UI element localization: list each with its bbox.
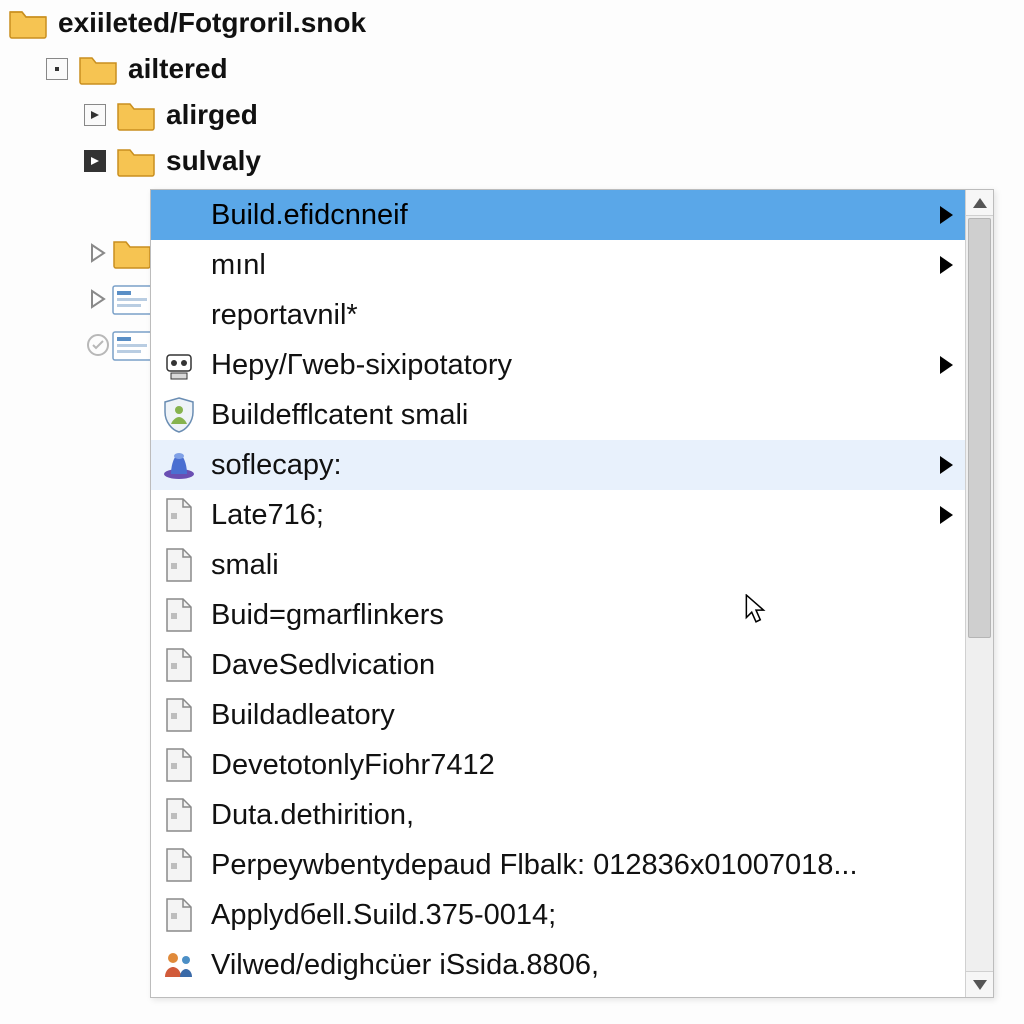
folder-icon bbox=[116, 144, 156, 178]
menu-item-label: mınl bbox=[199, 249, 932, 282]
folder-icon bbox=[112, 236, 152, 270]
expand-icon[interactable] bbox=[84, 104, 106, 126]
menu-item[interactable]: DevetotonlyFiohr7412 bbox=[151, 740, 965, 790]
menu-item[interactable]: soflecapy: bbox=[151, 440, 965, 490]
menu-scrollbar[interactable] bbox=[965, 190, 993, 997]
tree-item[interactable]: ailtered bbox=[0, 46, 1024, 92]
menu-item-label: Buildefflcatent smali bbox=[199, 399, 953, 432]
folder-icon bbox=[116, 98, 156, 132]
menu-item-label: Perpeywbentydepaud Flbalk: 012836x010070… bbox=[199, 849, 953, 882]
menu-item[interactable]: Buildefflcatent smali bbox=[151, 390, 965, 440]
menu-item-label: Buildadleatory bbox=[199, 699, 953, 732]
menu-item-label: DevetotonlyFiohr7412 bbox=[199, 749, 953, 782]
expand-triangle-icon[interactable] bbox=[84, 288, 112, 310]
menu-item[interactable]: InpordsCaperY0 4ptl bbox=[151, 990, 965, 997]
submenu-arrow-icon bbox=[940, 506, 953, 524]
file-icon bbox=[159, 645, 199, 685]
file-icon bbox=[159, 895, 199, 935]
menu-item[interactable]: DaveSedlvication bbox=[151, 640, 965, 690]
menu-item-label: Duta.dethirition, bbox=[199, 799, 953, 832]
menu-item[interactable]: Late716; bbox=[151, 490, 965, 540]
menu-item-icon-blank bbox=[159, 245, 199, 285]
status-done-icon bbox=[84, 333, 112, 357]
menu-item-label: soflecapy: bbox=[199, 449, 932, 482]
file-icon bbox=[159, 995, 199, 997]
menu-item[interactable]: Buildadleatory bbox=[151, 690, 965, 740]
menu-item[interactable]: Vilwed/edighcüer iSsida.8806, bbox=[151, 940, 965, 990]
menu-item[interactable]: reportavnil* bbox=[151, 290, 965, 340]
tree-item[interactable]: sulvaly bbox=[0, 138, 1024, 184]
menu-item-label: Applydбеll.Suild.375-0014; bbox=[199, 899, 953, 932]
submenu-arrow-icon bbox=[940, 206, 953, 224]
hat-icon bbox=[159, 445, 199, 485]
tree-item[interactable]: alirged bbox=[0, 92, 1024, 138]
menu-item[interactable]: Hepy/Гweb-sixipotatory bbox=[151, 340, 965, 390]
menu-item-icon-blank bbox=[159, 195, 199, 235]
shield-person-icon bbox=[159, 395, 199, 435]
menu-item[interactable]: Build.efidcnneif bbox=[151, 190, 965, 240]
expand-icon[interactable] bbox=[84, 150, 106, 172]
scroll-thumb[interactable] bbox=[968, 218, 991, 638]
file-icon bbox=[159, 745, 199, 785]
menu-item-label: Late716; bbox=[199, 499, 932, 532]
menu-item-label: DaveSedlvication bbox=[199, 649, 953, 682]
document-folder-icon bbox=[112, 328, 154, 362]
submenu-arrow-icon bbox=[940, 256, 953, 274]
submenu-arrow-icon bbox=[940, 456, 953, 474]
menu-item-label: Buid=gmarflinkers bbox=[199, 599, 953, 632]
tree-root-label: exiileted/Fotgroril.snok bbox=[48, 7, 366, 39]
people-icon bbox=[159, 945, 199, 985]
file-icon bbox=[159, 845, 199, 885]
scroll-down-button[interactable] bbox=[966, 971, 993, 997]
file-icon bbox=[159, 695, 199, 735]
file-icon bbox=[159, 495, 199, 535]
menu-item[interactable]: Applydбеll.Suild.375-0014; bbox=[151, 890, 965, 940]
menu-item[interactable]: smali bbox=[151, 540, 965, 590]
scroll-up-button[interactable] bbox=[966, 190, 993, 216]
folder-icon bbox=[78, 52, 118, 86]
folder-icon bbox=[8, 6, 48, 40]
robot-icon bbox=[159, 345, 199, 385]
tree-root-row[interactable]: exiileted/Fotgroril.snok bbox=[0, 0, 1024, 46]
submenu-arrow-icon bbox=[940, 356, 953, 374]
menu-item-label: smali bbox=[199, 549, 953, 582]
tree-item-label: alirged bbox=[156, 99, 258, 131]
menu-item-icon-blank bbox=[159, 295, 199, 335]
collapse-icon[interactable] bbox=[46, 58, 68, 80]
file-icon bbox=[159, 545, 199, 585]
menu-item-label: reportavnil* bbox=[199, 299, 953, 332]
menu-item-label: Build.efidcnneif bbox=[199, 199, 932, 232]
file-icon bbox=[159, 795, 199, 835]
document-folder-icon bbox=[112, 282, 154, 316]
menu-item[interactable]: mınl bbox=[151, 240, 965, 290]
menu-item[interactable]: Buid=gmarflinkers bbox=[151, 590, 965, 640]
menu-item[interactable]: Perpeywbentydepaud Flbalk: 012836x010070… bbox=[151, 840, 965, 890]
menu-item[interactable]: Duta.dethirition, bbox=[151, 790, 965, 840]
tree-item-label: sulvaly bbox=[156, 145, 261, 177]
context-menu: Build.efidcnneif mınl reportavnil* Hepy/Гwe… bbox=[150, 189, 994, 998]
file-icon bbox=[159, 595, 199, 635]
menu-item-label: Hepy/Гweb-sixipotatory bbox=[199, 349, 932, 382]
menu-item-label: Vilwed/edighcüer iSsida.8806, bbox=[199, 949, 953, 982]
expand-triangle-icon[interactable] bbox=[84, 242, 112, 264]
tree-item-label: ailtered bbox=[118, 53, 228, 85]
